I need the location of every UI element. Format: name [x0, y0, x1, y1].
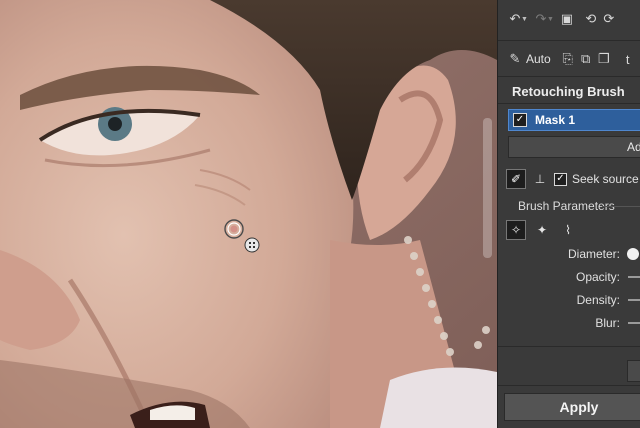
toolbar-row-2: ✎ Auto ⎘ ⧉ ❐ t: [498, 44, 640, 74]
mask-list-item[interactable]: ✓ Mask 1: [508, 109, 640, 131]
title-separator: [498, 103, 640, 104]
brush-mode-add-icon[interactable]: ✧: [506, 220, 526, 240]
image-icon[interactable]: ▣: [558, 10, 576, 28]
group-divider: [602, 206, 640, 207]
brush-parameters-label: Brush Parameters: [518, 199, 615, 213]
brush-mode-erase-icon[interactable]: ⌇: [558, 220, 578, 240]
brush-tool-row: ✐ ⊥ ✓ Seek source: [506, 168, 639, 190]
rotate-right-icon[interactable]: ⟳: [600, 10, 618, 28]
density-param: Density:: [498, 291, 640, 309]
copy-icon[interactable]: ⎘: [559, 50, 577, 68]
blur-label: Blur:: [595, 316, 620, 330]
photo-canvas[interactable]: [0, 0, 497, 428]
params-separator: [498, 346, 640, 347]
chevron-down-icon[interactable]: ▼: [521, 16, 528, 23]
duplicate-icon[interactable]: ❐: [595, 50, 613, 68]
text-icon[interactable]: t: [619, 50, 637, 68]
seek-source-checkbox[interactable]: ✓: [554, 172, 567, 186]
vertical-scrollbar[interactable]: [483, 118, 492, 258]
toolbar-separator: [498, 40, 640, 41]
toolbar-separator: [498, 76, 640, 77]
rotate-left-icon[interactable]: ⟲: [582, 10, 600, 28]
density-label: Density:: [576, 293, 620, 307]
magic-wand-icon[interactable]: ✎: [506, 50, 524, 68]
brush-mode-row: ✧ ✦ ⌇: [506, 220, 584, 240]
seek-source-toggle[interactable]: ✓ Seek source: [554, 172, 639, 186]
brush-circle-cursor: [224, 219, 244, 239]
reset-button[interactable]: [627, 360, 640, 382]
brush-tool-icon[interactable]: ✐: [506, 169, 526, 189]
paste-icon[interactable]: ⧉: [577, 50, 595, 68]
toolbar-row-1: ↶ ▼ ↷ ▼ ▣ ⟲ ⟳: [498, 4, 640, 34]
diameter-slider-knob[interactable]: [627, 248, 639, 260]
blur-slider[interactable]: [628, 322, 640, 324]
portrait-photo: [0, 0, 497, 428]
mask-label: Mask 1: [535, 113, 576, 127]
blur-param: Blur:: [498, 314, 640, 332]
crosshair-target-icon: [244, 237, 260, 253]
apply-button[interactable]: Apply: [504, 393, 640, 421]
add-mask-button[interactable]: Ad: [508, 136, 640, 158]
mask-checkbox[interactable]: ✓: [513, 113, 527, 127]
panel-title: Retouching Brush: [512, 84, 625, 99]
seek-source-label: Seek source: [572, 172, 639, 186]
stamp-tool-icon[interactable]: ⊥: [530, 169, 550, 189]
chevron-down-icon[interactable]: ▼: [547, 16, 554, 23]
brush-mode-plus-icon[interactable]: ✦: [532, 220, 552, 240]
right-panel: ↶ ▼ ↷ ▼ ▣ ⟲ ⟳ ✎ Auto ⎘ ⧉ ❐ t Retouching Br…: [497, 0, 640, 428]
auto-button[interactable]: Auto: [526, 52, 551, 66]
opacity-param: Opacity:: [498, 268, 640, 286]
diameter-param: Diameter:: [498, 245, 640, 263]
footer-separator: [498, 385, 640, 386]
opacity-label: Opacity:: [575, 270, 620, 284]
diameter-label: Diameter:: [567, 247, 620, 261]
add-mask-label: Ad: [627, 140, 640, 154]
opacity-slider[interactable]: [628, 276, 640, 278]
density-slider[interactable]: [628, 299, 640, 301]
